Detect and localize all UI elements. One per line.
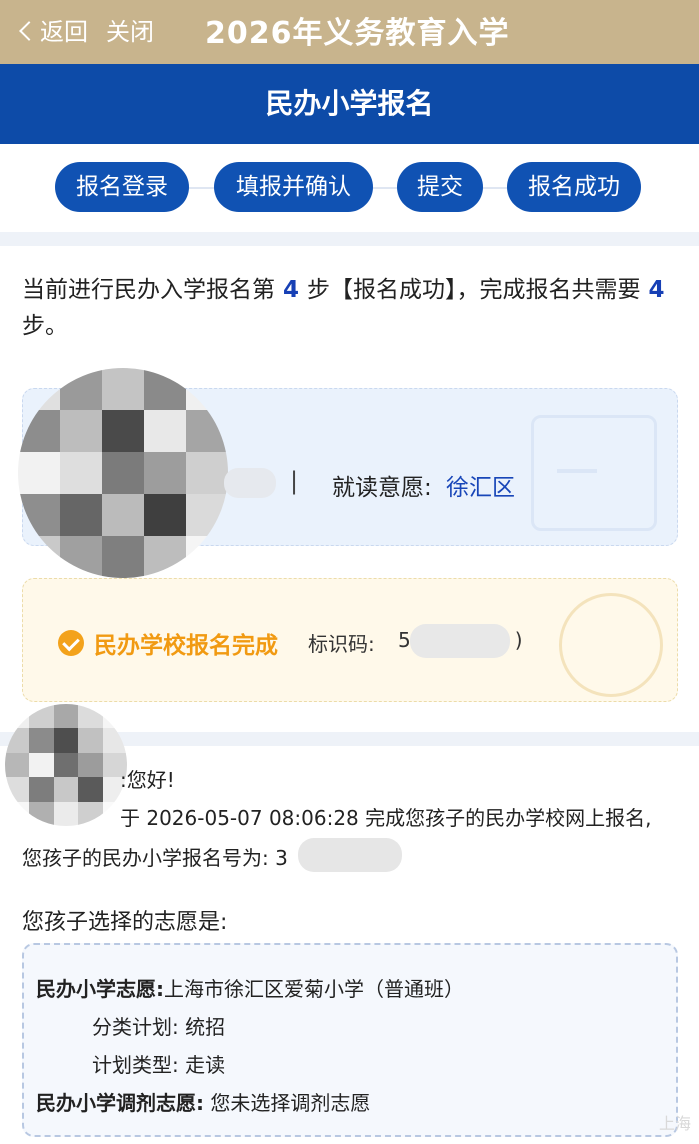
app-title: 2026年义务教育入学 — [205, 16, 510, 51]
adjust-wish-row: 民办小学调剂志愿: 您未选择调剂志愿 — [36, 1087, 370, 1116]
section-divider — [0, 232, 699, 246]
code-tail: ) — [514, 628, 523, 652]
message-line-1: 于 2026-05-07 08:06:28 完成您孩子的民办学校网上报名, — [120, 806, 652, 830]
progress-current-step: 4 — [283, 277, 300, 303]
redacted-registration-number — [298, 838, 402, 872]
primary-wish-label: 民办小学志愿: — [36, 977, 164, 1001]
id-card-watermark-line — [557, 469, 597, 473]
step-bar: 报名登录 填报并确认 提交 报名成功 — [0, 144, 699, 232]
intent-value: 徐汇区 — [446, 475, 515, 501]
status-text: 民办学校报名完成 — [94, 633, 278, 659]
category-row: 分类计划: 统招 — [92, 1011, 225, 1040]
message-line-2: 您孩子的民办小学报名号为: 3 — [22, 846, 288, 870]
wishes-card: 民办小学志愿:上海市徐汇区爱菊小学（普通班） 分类计划: 统招 计划类型: 走读… — [22, 943, 678, 1137]
primary-wish-value: 上海市徐汇区爱菊小学（普通班） — [164, 977, 464, 1001]
step-fill-confirm[interactable]: 填报并确认 — [214, 162, 373, 212]
code-visible-part: 5 — [398, 628, 411, 652]
close-button[interactable]: 关闭 — [106, 12, 154, 47]
redacted-code — [410, 624, 510, 658]
code-label: 标识码: — [308, 632, 375, 656]
plan-type-value: 走读 — [185, 1053, 226, 1077]
progress-middle: 步【报名成功】，完成报名共需要 — [307, 277, 641, 303]
progress-suffix: 步。 — [22, 313, 68, 339]
step-submit[interactable]: 提交 — [397, 162, 483, 212]
id-card-watermark-icon — [531, 415, 657, 531]
check-circle-icon — [58, 630, 84, 656]
plan-type-row: 计划类型: 走读 — [92, 1049, 225, 1078]
step-success[interactable]: 报名成功 — [507, 162, 641, 212]
progress-text: 当前进行民办入学报名第 4 步【报名成功】，完成报名共需要 4 步。 — [22, 272, 682, 344]
info-separator: | — [290, 467, 299, 495]
category-value: 统招 — [185, 1015, 226, 1039]
page-header: 民办小学报名 — [0, 64, 699, 144]
step-login[interactable]: 报名登录 — [55, 162, 189, 212]
primary-wish-row: 民办小学志愿:上海市徐汇区爱菊小学（普通班） — [36, 973, 464, 1002]
wishes-title: 您孩子选择的志愿是: — [22, 910, 228, 935]
back-label: 返回 — [40, 18, 88, 46]
adjust-wish-value: 您未选择调剂志愿 — [210, 1091, 371, 1115]
pixelated-name — [5, 704, 127, 826]
pixelated-avatar — [18, 368, 228, 578]
chevron-left-icon — [19, 21, 39, 41]
plan-type-label: 计划类型: — [92, 1053, 179, 1077]
redacted-name — [224, 468, 276, 498]
page-title: 民办小学报名 — [265, 87, 434, 120]
watermark: 上海 — [658, 1114, 691, 1133]
category-label: 分类计划: — [92, 1015, 179, 1039]
progress-prefix: 当前进行民办入学报名第 — [22, 277, 275, 303]
top-bar: 返回 关闭 2026年义务教育入学 — [0, 0, 699, 64]
person-watermark-icon — [559, 593, 663, 697]
greeting-text: :您好! — [120, 768, 175, 792]
progress-total-steps: 4 — [648, 277, 665, 303]
adjust-wish-label: 民办小学调剂志愿: — [36, 1091, 204, 1115]
intent-label: 就读意愿: — [332, 475, 432, 501]
back-button[interactable]: 返回 — [19, 12, 88, 47]
